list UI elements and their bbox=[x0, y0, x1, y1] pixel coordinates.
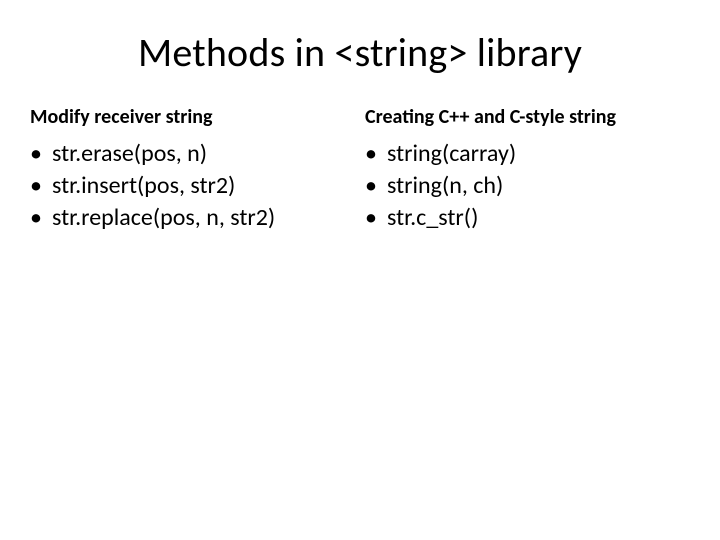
right-list: string(carray) string(n, ch) str.c_str() bbox=[365, 139, 690, 233]
two-column-layout: Modify receiver string str.erase(pos, n)… bbox=[30, 105, 690, 235]
left-column: Modify receiver string str.erase(pos, n)… bbox=[30, 105, 355, 235]
list-item: str.insert(pos, str2) bbox=[30, 171, 355, 201]
list-item: string(carray) bbox=[365, 139, 690, 169]
list-item: str.replace(pos, n, str2) bbox=[30, 203, 355, 233]
left-list: str.erase(pos, n) str.insert(pos, str2) … bbox=[30, 139, 355, 233]
left-heading: Modify receiver string bbox=[30, 105, 355, 129]
list-item: str.c_str() bbox=[365, 203, 690, 233]
list-item: str.erase(pos, n) bbox=[30, 139, 355, 169]
right-heading: Creating C++ and C-style string bbox=[365, 105, 690, 129]
slide: Methods in <string> library Modify recei… bbox=[0, 0, 720, 540]
list-item: string(n, ch) bbox=[365, 171, 690, 201]
right-column: Creating C++ and C-style string string(c… bbox=[365, 105, 690, 235]
slide-title: Methods in <string> library bbox=[30, 28, 690, 77]
